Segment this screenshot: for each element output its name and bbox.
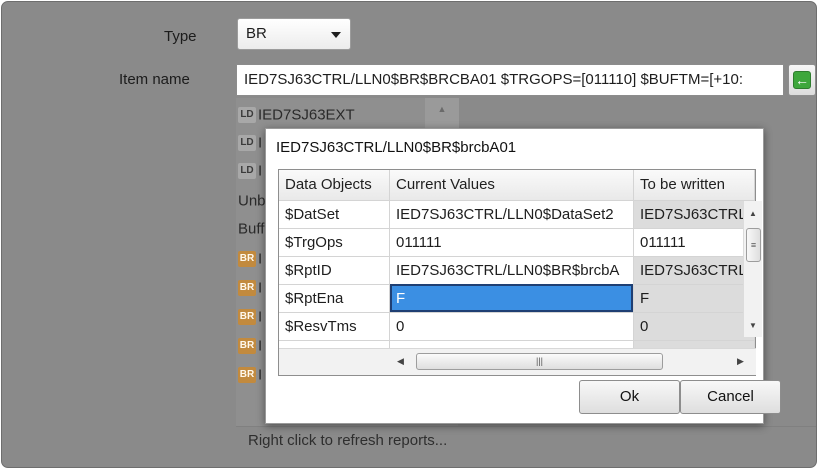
buffered-report-icon: BR xyxy=(238,280,256,297)
tree-item-label: I xyxy=(258,337,263,355)
arrow-left-icon: ← xyxy=(793,71,811,89)
grid-header-row: Data Objects Current Values To be writte… xyxy=(279,170,755,201)
ok-button[interactable]: Ok xyxy=(579,380,680,414)
tree-group-label: Buff xyxy=(238,220,265,238)
cell-to-be-written[interactable]: IED7SJ63CTRL/I xyxy=(633,256,755,285)
buffered-report-icon: BR xyxy=(238,338,256,355)
buffered-report-icon: BR xyxy=(238,309,256,326)
dialog-title: IED7SJ63CTRL/LLN0$BR$brcbA01 xyxy=(276,139,517,156)
logical-device-icon: LD xyxy=(238,163,256,180)
table-row[interactable]: $RptID IED7SJ63CTRL/LLN0$BR$brcbA IED7SJ… xyxy=(279,256,755,285)
table-row[interactable]: $RptEna F F xyxy=(279,284,755,313)
item-name-label: Item name xyxy=(119,71,190,88)
grid-vertical-scrollbar[interactable]: ▲ ≡ ▼ xyxy=(743,201,762,337)
cell-object: $RptID xyxy=(279,256,390,285)
chevron-down-icon xyxy=(331,32,341,38)
grid-horizontal-scrollbar[interactable]: ◀ ||| ▶ xyxy=(279,348,756,375)
cell-object: $RptEna xyxy=(279,284,390,313)
table-row[interactable]: $DatSet IED7SJ63CTRL/LLN0$DataSet2 IED7S… xyxy=(279,200,755,229)
scroll-thumb[interactable]: ≡ xyxy=(746,228,761,262)
data-objects-grid: Data Objects Current Values To be writte… xyxy=(278,169,756,376)
cell-current-value[interactable]: IED7SJ63CTRL/LLN0$DataSet2 xyxy=(389,200,634,229)
logical-device-icon: LD xyxy=(238,107,256,124)
scroll-up-icon[interactable]: ▲ xyxy=(749,209,757,218)
type-label: Type xyxy=(164,28,197,45)
cell-to-be-written[interactable]: IED7SJ63CTRL/I xyxy=(633,200,755,229)
cell-to-be-written[interactable]: F xyxy=(633,284,755,313)
type-dropdown-value: BR xyxy=(246,25,267,42)
buffered-report-icon: BR xyxy=(238,251,256,268)
tree-item[interactable]: BR I xyxy=(238,337,262,359)
scroll-down-icon[interactable]: ▼ xyxy=(749,321,757,330)
item-name-input[interactable]: IED7SJ63CTRL/LLN0$BR$BRCBA01 $TRGOPS=[01… xyxy=(236,64,784,96)
cell-current-value[interactable]: 011111 xyxy=(389,228,634,257)
tree-item-label: I xyxy=(258,134,263,152)
status-bar[interactable]: Right click to refresh reports... xyxy=(236,426,816,456)
tree-item[interactable]: BR I xyxy=(238,366,262,388)
tree-group-label: Unb xyxy=(238,192,266,210)
tree-item-label: I xyxy=(258,366,263,384)
tree-item[interactable]: LD I xyxy=(238,162,262,184)
tree-item[interactable]: BR I xyxy=(238,250,262,272)
scroll-thumb[interactable]: ||| xyxy=(416,353,663,370)
cell-object: $DatSet xyxy=(279,200,390,229)
tree-item-label: IED7SJ63EXT xyxy=(258,106,355,124)
tree-item-label: I xyxy=(258,162,263,180)
cancel-button[interactable]: Cancel xyxy=(680,380,781,414)
column-header-data-objects[interactable]: Data Objects xyxy=(279,170,390,201)
scroll-left-icon[interactable]: ◀ xyxy=(397,356,404,367)
cell-current-value[interactable]: IED7SJ63CTRL/LLN0$BR$brcbA xyxy=(389,256,634,285)
table-row[interactable]: $ResvTms 0 0 xyxy=(279,312,755,341)
type-dropdown[interactable]: BR xyxy=(237,18,351,50)
cell-current-value-selected[interactable]: F xyxy=(389,284,634,313)
tree-item[interactable]: LD IED7SJ63EXT xyxy=(238,106,355,128)
tree-item[interactable]: BR I xyxy=(238,279,262,301)
column-header-current-values[interactable]: Current Values xyxy=(389,170,634,201)
buffered-report-icon: BR xyxy=(238,367,256,384)
cell-to-be-written[interactable]: 011111 xyxy=(633,228,755,257)
cell-object: $TrgOps xyxy=(279,228,390,257)
report-control-dialog: IED7SJ63CTRL/LLN0$BR$brcbA01 Data Object… xyxy=(265,128,781,424)
apply-button[interactable]: ← xyxy=(788,64,816,96)
cell-object: $ResvTms xyxy=(279,312,390,341)
tree-item[interactable]: LD I xyxy=(238,134,262,156)
scroll-right-icon[interactable]: ▶ xyxy=(737,356,744,367)
tree-item-label: I xyxy=(258,279,263,297)
cell-current-value[interactable]: 0 xyxy=(389,312,634,341)
tree-item-label: I xyxy=(258,250,263,268)
window-frame: Type BR Item name IED7SJ63CTRL/LLN0$BR$B… xyxy=(1,1,817,468)
logical-device-icon: LD xyxy=(238,135,256,152)
tree-item-label: I xyxy=(258,308,263,326)
column-header-to-be-written[interactable]: To be written xyxy=(633,170,755,201)
table-row[interactable]: $TrgOps 011111 011111 xyxy=(279,228,755,257)
tree-scroll-up-icon[interactable]: ▲ xyxy=(425,98,459,128)
cell-to-be-written[interactable]: 0 xyxy=(633,312,755,341)
tree-item[interactable]: BR I xyxy=(238,308,262,330)
